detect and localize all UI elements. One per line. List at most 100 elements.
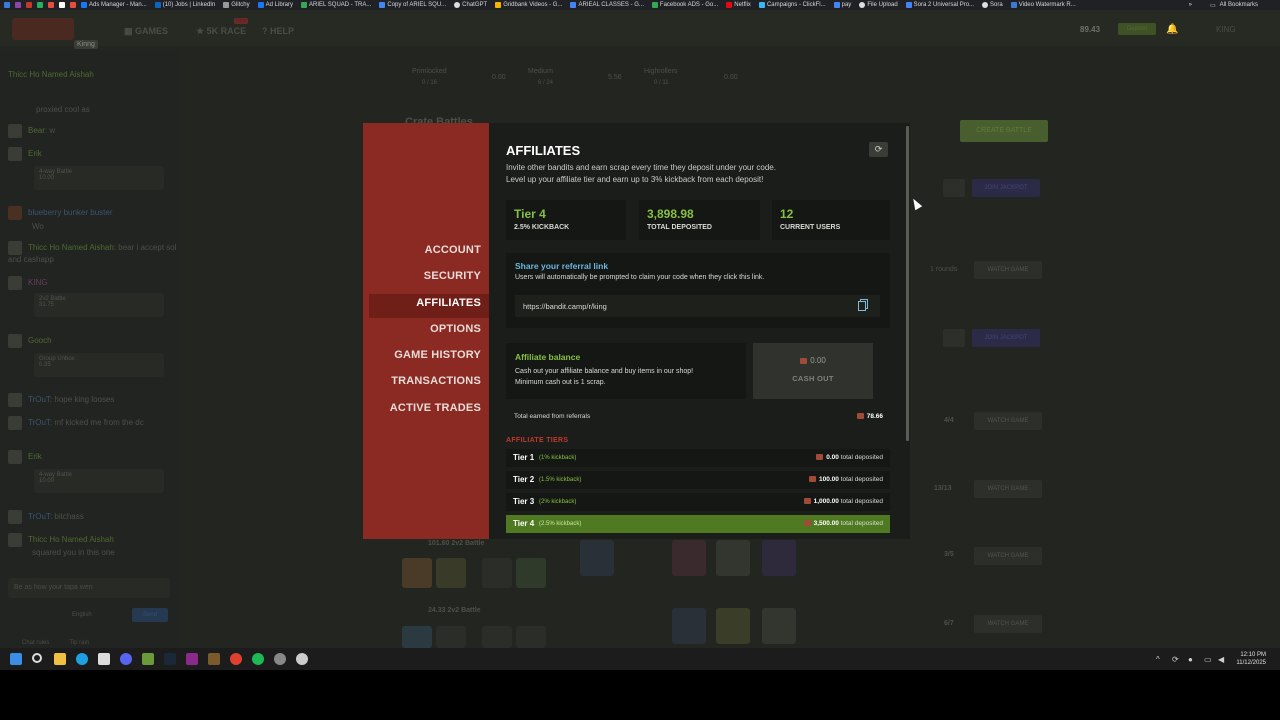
chat-username[interactable]: TrOuT (28, 418, 50, 427)
app-icon[interactable] (142, 653, 154, 665)
bookmark-item[interactable]: Glitchy (223, 2, 250, 8)
user-name[interactable]: KING (1216, 25, 1236, 34)
stat-value: Tier 4 (514, 207, 546, 221)
site-logo[interactable] (12, 18, 74, 40)
app-icon[interactable] (48, 2, 54, 8)
sidebar-item-transactions[interactable]: TRANSACTIONS (391, 375, 481, 387)
create-battle-button[interactable]: CREATE BATTLE (960, 120, 1048, 142)
chevron-right-icon[interactable]: » (1189, 2, 1192, 8)
watch-game-button[interactable]: WATCH GAME (974, 480, 1042, 498)
chrome-icon[interactable] (230, 653, 242, 665)
chat-input[interactable]: Be as how your tapa wen (8, 578, 170, 598)
chat-rules-link[interactable]: Chat rules (22, 640, 49, 646)
clock[interactable]: 12:10 PM 11/12/2025 (1236, 651, 1266, 667)
bookmark-item[interactable]: (10) Jobs | LinkedIn (154, 2, 215, 8)
copy-icon[interactable] (858, 299, 868, 311)
chat-username[interactable]: blueberry bunker buster (28, 208, 113, 217)
app-icon[interactable] (37, 2, 43, 8)
chat-username[interactable]: Erik (28, 452, 42, 461)
stat-label: 2.5% KICKBACK (514, 224, 570, 231)
search-icon[interactable] (32, 653, 42, 663)
app-icon[interactable] (274, 653, 286, 665)
sidebar-item-affiliates[interactable]: AFFILIATES (416, 297, 481, 309)
nav-games[interactable]: ▦ GAMES (124, 26, 168, 37)
windows-start-icon[interactable] (10, 653, 22, 665)
chat-username[interactable]: TrOuT (28, 395, 50, 404)
app-icon[interactable] (70, 2, 76, 8)
referral-link-field[interactable]: https://bandit.camp/r/king (515, 295, 880, 317)
nav-race[interactable]: ★ 5K RACE (196, 26, 246, 37)
all-bookmarks[interactable]: » ▭ All Bookmarks (1182, 0, 1258, 10)
watch-game-button[interactable]: WATCH GAME (974, 412, 1042, 430)
steam-icon[interactable] (164, 653, 176, 665)
bookmark-item[interactable]: Campaigns - ClickFl... (758, 2, 826, 8)
bookmark-item[interactable]: ARIEL SQUAD - TRA... (301, 2, 371, 8)
app-icon[interactable] (208, 653, 220, 665)
chat-username[interactable]: KING (28, 278, 48, 287)
tip-rain-link[interactable]: Tip rain (69, 640, 89, 646)
sync-icon[interactable]: ⟳ (1172, 655, 1179, 664)
store-icon[interactable] (98, 653, 110, 665)
chat-username[interactable]: Thicc Ho Named Aishah (8, 70, 94, 79)
bookmark-item[interactable]: ChatGPT (454, 2, 487, 8)
nav-help[interactable]: ? HELP (262, 26, 294, 36)
sidebar-item-options[interactable]: OPTIONS (430, 323, 481, 335)
network-icon[interactable]: ▭ (1204, 655, 1212, 664)
bookmark-item[interactable]: Netflix (726, 2, 751, 8)
bookmark-item[interactable]: Ad Library (257, 2, 293, 8)
chat-username[interactable]: Thicc Ho Named Aishah (28, 243, 114, 252)
bookmark-item[interactable]: Sora (982, 2, 1003, 8)
subtitle-line: Invite other bandits and earn scrap ever… (506, 163, 776, 172)
bookmark-item[interactable]: Copy of ARIEL SQU... (379, 2, 446, 8)
join-jackpot-button[interactable]: JOIN JACKPOT (972, 329, 1040, 347)
crate-image (716, 608, 750, 644)
send-button[interactable]: Send (132, 608, 168, 622)
sidebar-item-game-history[interactable]: GAME HISTORY (394, 349, 481, 361)
bookmark-item[interactable]: Ads Manager - Man... (81, 2, 147, 8)
chat-username[interactable]: Gooch (28, 336, 52, 345)
watch-game-button[interactable]: WATCH GAME (974, 547, 1042, 565)
battle-card[interactable]: 4-way Battle 10.00 (34, 469, 164, 493)
app-icon[interactable] (4, 2, 10, 8)
battle-card[interactable]: 2v2 Battle 31.75 (34, 293, 164, 317)
volume-icon[interactable]: ◀ (1218, 655, 1224, 664)
chat-username[interactable]: Thicc Ho Named Aishah (28, 535, 114, 544)
chat-username[interactable]: TrOuT (28, 512, 50, 521)
mic-icon[interactable]: ● (1188, 655, 1193, 664)
bookmark-item[interactable]: Facebook ADS - Go... (651, 2, 718, 8)
bookmark-item[interactable]: Sora 2 Universal Pro... (905, 2, 974, 8)
small-button[interactable] (943, 179, 965, 197)
app-icon[interactable] (59, 2, 65, 8)
bookmark-item[interactable]: Gridbank Videos - G... (495, 2, 562, 8)
bookmark-item[interactable]: Video Watermark R... (1010, 2, 1076, 8)
app-icon[interactable] (296, 653, 308, 665)
app-icon[interactable] (26, 2, 32, 8)
language-select[interactable]: English (72, 612, 92, 618)
modal-scrollbar[interactable] (906, 126, 909, 441)
chat-username[interactable]: Bear (28, 126, 45, 135)
deposit-button[interactable]: Deposit (1118, 23, 1156, 35)
chevron-up-icon[interactable]: ^ (1156, 655, 1160, 664)
file-explorer-icon[interactable] (54, 653, 66, 665)
battle-card[interactable]: Group Unbox 0.35 (34, 353, 164, 377)
bell-icon[interactable]: 🔔 (1166, 24, 1178, 35)
sidebar-item-active-trades[interactable]: ACTIVE TRADES (390, 402, 481, 414)
watch-game-button[interactable]: WATCH GAME (974, 261, 1042, 279)
spotify-icon[interactable] (252, 653, 264, 665)
refresh-button[interactable]: ⟳ (869, 142, 888, 157)
small-button[interactable] (943, 329, 965, 347)
battle-card[interactable]: 4-way Battle 10.00 (34, 166, 164, 190)
watch-game-button[interactable]: WATCH GAME (974, 615, 1042, 633)
bookmark-item[interactable]: ARIEAL CLASSES - G... (570, 2, 644, 8)
sidebar-item-security[interactable]: SECURITY (424, 270, 481, 282)
app-icon[interactable] (186, 653, 198, 665)
discord-icon[interactable] (120, 653, 132, 665)
bookmark-item[interactable]: pay (833, 2, 851, 8)
sidebar-item-account[interactable]: ACCOUNT (425, 244, 481, 256)
edge-icon[interactable] (76, 653, 88, 665)
app-icon[interactable] (15, 2, 21, 8)
cash-out-button[interactable]: 0.00 CASH OUT (753, 343, 873, 399)
chat-username[interactable]: Erik (28, 149, 42, 158)
join-jackpot-button[interactable]: JOIN JACKPOT (972, 179, 1040, 197)
bookmark-item[interactable]: File Upload (859, 2, 898, 8)
